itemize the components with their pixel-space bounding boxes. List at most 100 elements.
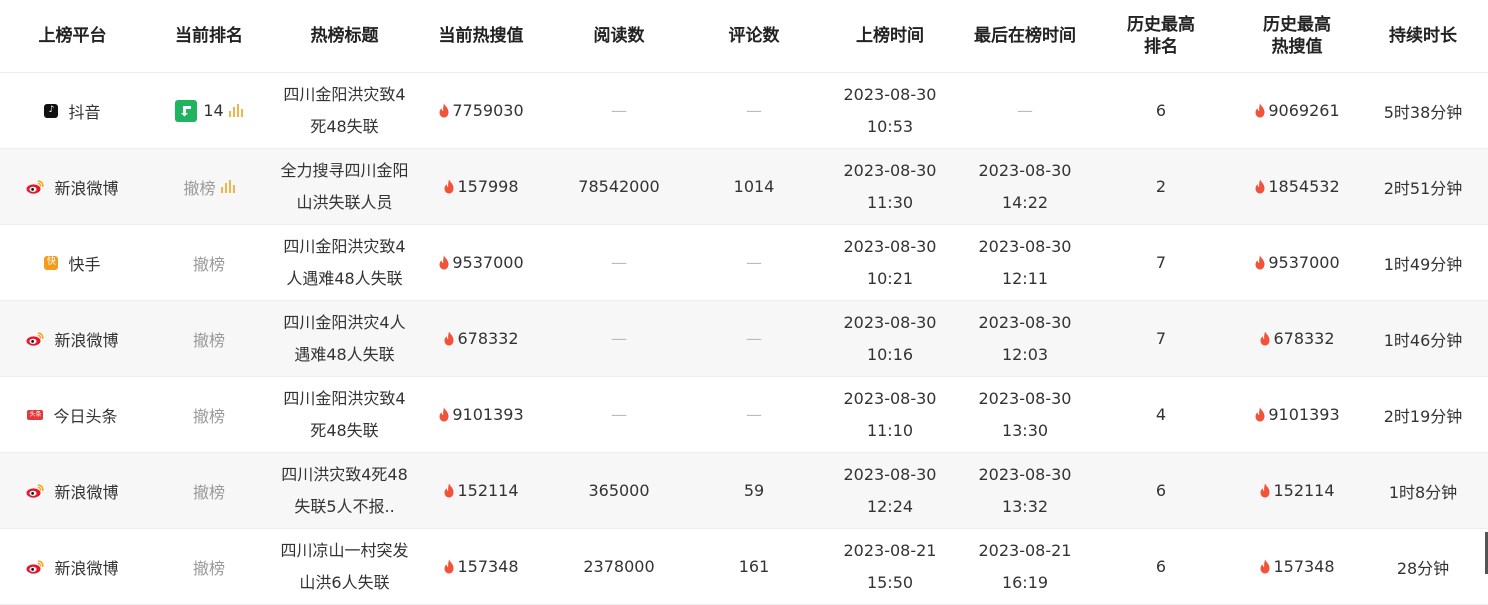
history-best-hot-cell: 152114	[1236, 481, 1358, 500]
comment-count: —	[746, 253, 762, 272]
last-listed-clock: 12:11	[1001, 268, 1049, 288]
platform-name: 快手	[68, 254, 101, 274]
column-header[interactable]: 当前热搜值	[416, 25, 546, 47]
current-rank-cell: 撤榜	[145, 175, 273, 199]
toutiao-icon: 头条	[27, 409, 44, 420]
read-count: 2378000	[583, 557, 655, 576]
platform-cell: 头条 今日头条	[0, 403, 145, 427]
history-best-hot: 1854532	[1268, 177, 1340, 196]
listed-date: 2023-08-21	[843, 540, 937, 560]
rank-removed-label: 撤榜	[192, 254, 225, 274]
current-rank-cell: 撤榜	[145, 555, 273, 579]
last-listed-date: 2023-08-30	[978, 160, 1072, 180]
last-listed-date: 2023-08-30	[978, 236, 1072, 256]
read-count: —	[611, 329, 627, 348]
column-header[interactable]: 评论数	[692, 25, 816, 47]
current-hot-value-cell: 678332	[416, 329, 546, 348]
column-header[interactable]: 历史最高 排名	[1086, 14, 1236, 58]
comment-count: —	[746, 329, 762, 348]
listed-clock: 10:53	[866, 116, 914, 136]
history-best-hot: 157348	[1273, 557, 1335, 576]
last-listed-clock: 13:30	[1001, 420, 1049, 440]
last-listed-time: 2023-08-30 14:22	[964, 155, 1086, 219]
flame-icon	[444, 483, 454, 498]
history-best-rank: 6	[1155, 101, 1167, 120]
hot-title[interactable]: 四川金阳洪灾4人遇难48人失联	[273, 307, 416, 371]
current-hot-value: 9101393	[452, 405, 524, 424]
history-best-hot: 9537000	[1268, 253, 1340, 272]
platform-cell: 新浪微博	[0, 479, 145, 503]
hot-title[interactable]: 四川金阳洪灾致4死48失联	[273, 79, 416, 143]
current-rank-cell: 撤榜	[145, 479, 273, 503]
table-row[interactable]: 新浪微博 撤榜 四川凉山一村突发山洪6人失联 157348 2378000 161 2023…	[0, 529, 1488, 605]
douyin-icon: ♪	[44, 103, 59, 118]
table-body: ♪ 抖音 14 四川金阳洪灾致4死48失联 7759030 — — 2023-08-30 10:…	[0, 73, 1488, 605]
comment-count: 161	[738, 557, 770, 576]
current-hot-value-cell: 9537000	[416, 253, 546, 272]
kuaishou-icon: 快	[44, 255, 59, 270]
table-row[interactable]: 快快手 撤榜 四川金阳洪灾致4人遇难48人失联 9537000 — — 2023-08-30…	[0, 225, 1488, 301]
table-row[interactable]: 新浪微博 撤榜 四川金阳洪灾4人遇难48人失联 678332 — — 2023-08-30 1…	[0, 301, 1488, 377]
table-row[interactable]: 新浪微博 撤榜 四川洪灾致4死48失联5人不报.. 152114 365000 59 202…	[0, 453, 1488, 529]
current-rank-cell: 撤榜	[145, 327, 273, 351]
current-hot-value-cell: 7759030	[416, 101, 546, 120]
read-count: —	[611, 253, 627, 272]
history-best-hot: 9101393	[1268, 405, 1340, 424]
hot-title[interactable]: 四川洪灾致4死48失联5人不报..	[273, 459, 416, 523]
hot-title[interactable]: 四川金阳洪灾致4人遇难48人失联	[273, 231, 416, 295]
duration: 28分钟	[1396, 558, 1450, 578]
column-header[interactable]: 最后在榜时间	[964, 25, 1086, 47]
table-row[interactable]: 头条 今日头条 撤榜 四川金阳洪灾致4死48失联 9101393 — — 2023-08-30…	[0, 377, 1488, 453]
platform-cell: ♪ 抖音	[0, 99, 145, 123]
listed-date: 2023-08-30	[843, 84, 937, 104]
listed-clock: 15:50	[866, 572, 914, 592]
rank-removed-label: 撤榜	[192, 406, 225, 426]
listed-date: 2023-08-30	[843, 464, 937, 484]
listed-clock: 10:16	[866, 344, 914, 364]
history-best-hot: 152114	[1273, 481, 1335, 500]
column-header[interactable]: 上榜时间	[816, 25, 964, 47]
history-best-hot-cell: 9069261	[1236, 101, 1358, 120]
hot-title[interactable]: 四川金阳洪灾致4死48失联	[273, 383, 416, 447]
column-header[interactable]: 阅读数	[546, 25, 692, 47]
column-header[interactable]: 当前排名	[145, 25, 273, 47]
current-hot-value: 7759030	[452, 101, 524, 120]
listed-clock: 11:30	[866, 192, 914, 212]
comment-count: 1014	[733, 177, 775, 196]
last-listed-clock: 14:22	[1001, 192, 1049, 212]
platform-name: 新浪微博	[54, 482, 119, 502]
current-rank: 14	[203, 101, 224, 120]
last-listed-clock: 12:03	[1001, 344, 1049, 364]
rank-trend-chart-icon[interactable]	[220, 180, 235, 193]
last-listed-time: 2023-08-30 13:32	[964, 459, 1086, 523]
duration: 2时51分钟	[1383, 178, 1463, 198]
last-listed-clock: 16:19	[1001, 572, 1049, 592]
last-listed-time: 2023-08-30 12:11	[964, 231, 1086, 295]
listed-clock: 10:21	[866, 268, 914, 288]
current-hot-value-cell: 9101393	[416, 405, 546, 424]
read-count: 365000	[588, 481, 650, 500]
column-header[interactable]: 持续时长	[1358, 25, 1488, 47]
current-hot-value: 157998	[457, 177, 519, 196]
table-row[interactable]: 新浪微博 撤榜 全力搜寻四川金阳山洪失联人员 157998 78542000 1014 20…	[0, 149, 1488, 225]
hot-title[interactable]: 全力搜寻四川金阳山洪失联人员	[273, 155, 416, 219]
column-header[interactable]: 热榜标题	[273, 25, 416, 47]
current-hot-value: 157348	[457, 557, 519, 576]
platform-cell: 新浪微博	[0, 327, 145, 351]
listed-time: 2023-08-21 15:50	[816, 535, 964, 599]
rank-trend-chart-icon[interactable]	[228, 104, 243, 117]
flame-icon	[1260, 559, 1270, 574]
column-header[interactable]: 上榜平台	[0, 25, 145, 47]
comment-count: 59	[743, 481, 765, 500]
rank-removed-label: 撤榜	[183, 178, 216, 198]
table-header: 上榜平台 当前排名 热榜标题 当前热搜值 阅读数 评论数 上榜时间 最后在榜时间 历史最高 排名…	[0, 0, 1488, 73]
current-hot-value-cell: 157998	[416, 177, 546, 196]
last-listed-date: 2023-08-21	[978, 540, 1072, 560]
flame-icon	[1255, 179, 1265, 194]
rank-removed-label: 撤榜	[192, 558, 225, 578]
table-row[interactable]: ♪ 抖音 14 四川金阳洪灾致4死48失联 7759030 — — 2023-08-30 10:…	[0, 73, 1488, 149]
hot-title[interactable]: 四川凉山一村突发山洪6人失联	[273, 535, 416, 599]
column-header[interactable]: 历史最高 热搜值	[1236, 14, 1358, 58]
current-rank-cell: 撤榜	[145, 251, 273, 275]
weibo-icon	[26, 483, 45, 498]
